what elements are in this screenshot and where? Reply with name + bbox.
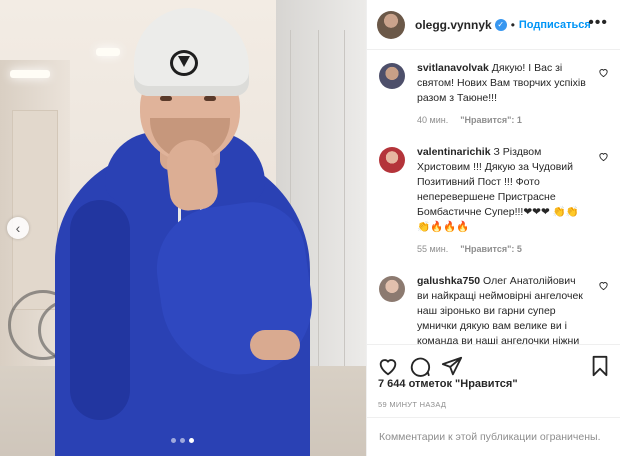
comments-list[interactable]: svitlanavolvak Дякую! І Вас зі святом! Но…: [367, 51, 620, 344]
author-username[interactable]: olegg.vynnyk: [415, 18, 492, 32]
photo-hoodie-shade: [70, 200, 130, 420]
comment-username[interactable]: svitlanavolvak: [417, 62, 489, 74]
header-separator: •: [510, 17, 515, 32]
carousel-dots: [171, 438, 194, 443]
carousel-prev-button[interactable]: ‹: [7, 217, 29, 239]
verified-badge-icon: ✓: [494, 18, 507, 31]
comment-time[interactable]: 55 мин.: [417, 244, 448, 254]
carousel-dot: [180, 438, 185, 443]
carousel-dot: [189, 438, 194, 443]
post-photo[interactable]: ‹: [0, 0, 366, 456]
comment-body: З Різдвом Христовим !!! Дякую за Чудовий…: [417, 146, 579, 233]
comment-avatar[interactable]: [379, 63, 405, 89]
more-horizontal-icon[interactable]: •••: [588, 14, 608, 32]
comment: valentinarichik З Різдвом Христовим !!! Д…: [367, 145, 620, 254]
comment: svitlanavolvak Дякую! І Вас зі святом! Но…: [367, 61, 620, 125]
chevron-left-icon: ‹: [15, 220, 21, 236]
comment-username[interactable]: valentinarichik: [417, 146, 491, 158]
comment-likes[interactable]: "Нравится": 5: [460, 244, 522, 254]
heart-icon[interactable]: [598, 67, 609, 78]
comment-text: valentinarichik З Різдвом Христовим !!! Д…: [417, 145, 587, 235]
heart-icon[interactable]: [377, 355, 399, 377]
photo-person: [0, 0, 366, 456]
comment-likes[interactable]: "Нравится": 1: [460, 115, 522, 125]
share-icon[interactable]: [441, 355, 463, 377]
follow-button[interactable]: Подписаться: [519, 19, 591, 31]
post-timestamp[interactable]: 59 минут назад: [378, 400, 446, 409]
comment-icon[interactable]: [409, 355, 431, 377]
comment-username[interactable]: galushka750: [417, 275, 480, 287]
likes-count[interactable]: 7 644 отметок "Нравится": [378, 378, 518, 390]
author-avatar[interactable]: [377, 10, 405, 39]
comment: galushka750 Олег Анатолійович ви найкращі…: [367, 274, 620, 344]
photo-eye: [204, 96, 216, 101]
post-side-panel: olegg.vynnyk ✓ • Подписаться ••• svitlan…: [366, 0, 620, 456]
comment-avatar[interactable]: [379, 147, 405, 173]
photo-eye: [160, 96, 172, 101]
comment-meta: 40 мин. "Нравится": 1: [417, 115, 587, 125]
post-header: olegg.vynnyk ✓ • Подписаться •••: [367, 0, 620, 50]
beanie-logo-icon: [170, 50, 198, 76]
heart-icon[interactable]: [598, 151, 609, 162]
carousel-dot: [171, 438, 176, 443]
photo-hand: [250, 330, 300, 360]
comment-avatar[interactable]: [379, 276, 405, 302]
comments-closed-notice: Комментарии к этой публикации ограничены…: [367, 417, 620, 456]
heart-icon[interactable]: [598, 280, 609, 291]
comment-meta: 55 мин. "Нравится": 5: [417, 244, 587, 254]
comment-text: svitlanavolvak Дякую! І Вас зі святом! Но…: [417, 61, 587, 106]
bookmark-icon[interactable]: [589, 355, 611, 377]
comment-text: galushka750 Олег Анатолійович ви найкращі…: [417, 274, 587, 344]
comment-time[interactable]: 40 мин.: [417, 115, 448, 125]
